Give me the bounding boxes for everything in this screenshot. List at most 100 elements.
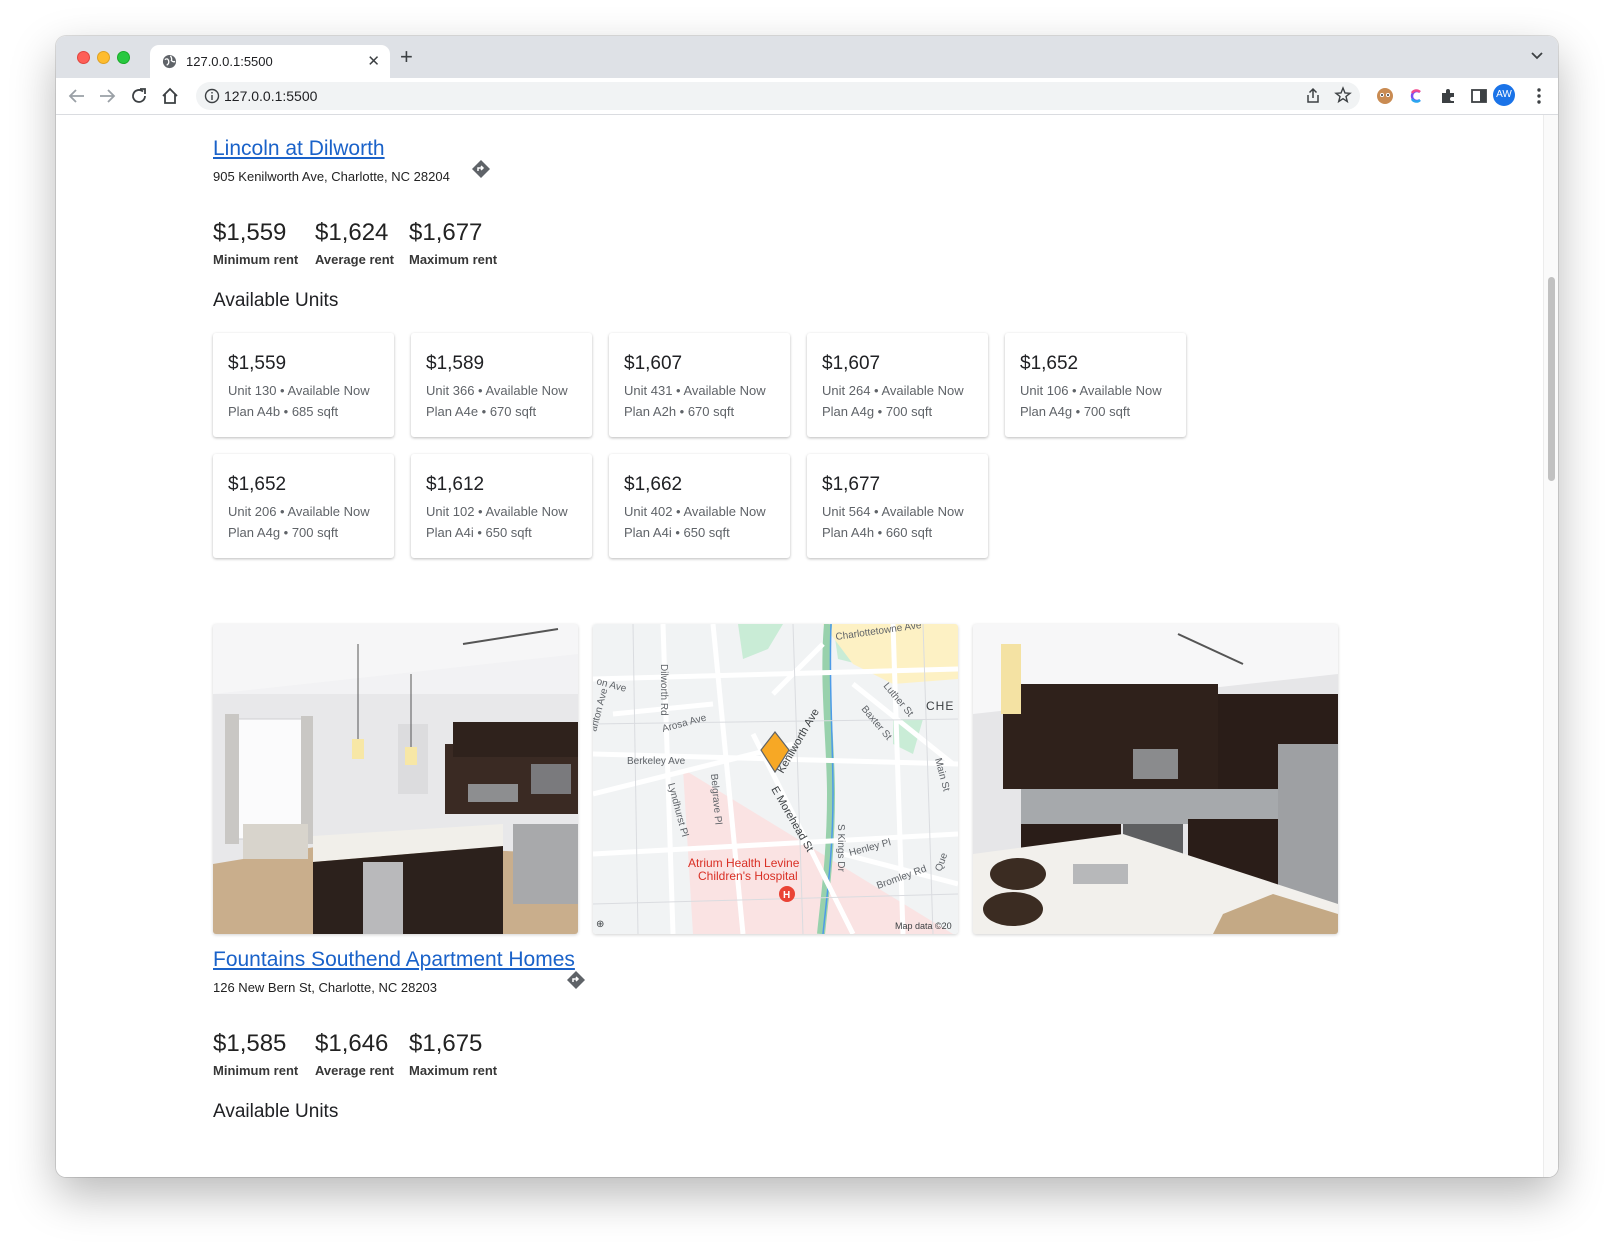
unit-card[interactable]: $1,677 Unit 564 • Available Now Plan A4h… (807, 454, 988, 558)
location-map[interactable]: Charlottetowne Ave Dilworth Rd Arosa Ave… (593, 624, 958, 934)
browser-tab[interactable]: 127.0.0.1:5500 ✕ (150, 45, 390, 78)
new-tab-icon[interactable]: + (400, 46, 413, 68)
unit-price: $1,652 (1020, 353, 1079, 374)
extension-face-icon[interactable] (1375, 86, 1395, 106)
share-icon[interactable] (1304, 87, 1322, 105)
property-name-link[interactable]: Lincoln at Dilworth (213, 137, 385, 161)
browser-toolbar: 127.0.0.1:5500 AW (56, 78, 1558, 115)
close-tab-icon[interactable]: ✕ (367, 52, 380, 70)
svg-text:S Kings Dr: S Kings Dr (835, 824, 846, 872)
avg-rent-stat: $1,646 Average rent (315, 1030, 394, 1078)
unit-plan: Plan A4i • 650 sqft (426, 525, 532, 540)
svg-text:Atrium Health Levine: Atrium Health Levine (688, 856, 800, 870)
min-rent-label: Minimum rent (213, 1063, 299, 1078)
directions-icon[interactable] (566, 970, 586, 990)
available-units-heading: Available Units (213, 1101, 339, 1122)
unit-availability: Unit 402 • Available Now (624, 504, 766, 519)
forward-arrow-icon[interactable] (96, 85, 118, 107)
max-rent-value: $1,677 (409, 219, 483, 246)
unit-card[interactable]: $1,652 Unit 106 • Available Now Plan A4g… (1005, 333, 1186, 437)
unit-price: $1,607 (822, 353, 881, 374)
extension-swirl-icon[interactable] (1406, 86, 1426, 106)
unit-availability: Unit 564 • Available Now (822, 504, 964, 519)
more-menu-icon[interactable] (1536, 87, 1542, 105)
max-rent-value: $1,675 (409, 1030, 483, 1057)
unit-price: $1,662 (624, 474, 683, 495)
unit-card[interactable]: $1,612 Unit 102 • Available Now Plan A4i… (411, 454, 592, 558)
min-rent-label: Minimum rent (213, 252, 299, 267)
unit-availability: Unit 102 • Available Now (426, 504, 568, 519)
unit-card[interactable]: $1,559 Unit 130 • Available Now Plan A4b… (213, 333, 394, 437)
unit-price: $1,589 (426, 353, 485, 374)
bookmark-star-icon[interactable] (1334, 86, 1352, 104)
svg-text:⊕: ⊕ (596, 919, 604, 930)
apartment-photo-living-room[interactable] (213, 624, 578, 934)
kitchen-image (973, 624, 1338, 934)
puzzle-icon[interactable] (1438, 86, 1458, 106)
apartment-photo-kitchen[interactable] (973, 624, 1338, 934)
property-name-link[interactable]: Fountains Southend Apartment Homes (213, 948, 575, 972)
unit-card[interactable]: $1,607 Unit 264 • Available Now Plan A4g… (807, 333, 988, 437)
unit-plan: Plan A4g • 700 sqft (228, 525, 339, 540)
unit-price: $1,677 (822, 474, 881, 495)
close-window-button[interactable] (77, 51, 90, 64)
min-rent-value: $1,585 (213, 1030, 287, 1057)
directions-icon[interactable] (471, 159, 491, 179)
avg-rent-label: Average rent (315, 252, 394, 267)
property-address: 126 New Bern St, Charlotte, NC 28203 (213, 980, 438, 995)
unit-card[interactable]: $1,652 Unit 206 • Available Now Plan A4g… (213, 454, 394, 558)
max-rent-stat: $1,675 Maximum rent (409, 1030, 497, 1078)
unit-availability: Unit 366 • Available Now (426, 383, 568, 398)
map-image: Charlottetowne Ave Dilworth Rd Arosa Ave… (593, 624, 958, 934)
min-rent-stat: $1,585 Minimum rent (213, 1030, 298, 1078)
max-rent-label: Maximum rent (409, 1063, 498, 1078)
unit-price: $1,652 (228, 474, 287, 495)
address-bar[interactable]: 127.0.0.1:5500 (196, 82, 1360, 110)
unit-plan: Plan A4e • 670 sqft (426, 404, 537, 419)
unit-price: $1,607 (624, 353, 683, 374)
svg-text:Children's Hospital: Children's Hospital (698, 869, 798, 883)
unit-plan: Plan A4i • 650 sqft (624, 525, 730, 540)
avg-rent-stat: $1,624 Average rent (315, 219, 394, 267)
browser-window: 127.0.0.1:5500 ✕ + 127.0.0.1:5500 AW Lin… (56, 36, 1558, 1177)
unit-card[interactable]: $1,607 Unit 431 • Available Now Plan A2h… (609, 333, 790, 437)
unit-card[interactable]: $1,589 Unit 366 • Available Now Plan A4e… (411, 333, 592, 437)
minimize-window-button[interactable] (97, 51, 110, 64)
info-icon[interactable] (204, 88, 220, 104)
reload-icon[interactable] (128, 85, 150, 107)
max-rent-label: Maximum rent (409, 252, 498, 267)
svg-text:Dilworth Rd: Dilworth Rd (658, 664, 669, 716)
min-rent-stat: $1,559 Minimum rent (213, 219, 298, 267)
living-room-image (213, 624, 578, 934)
max-rent-stat: $1,677 Maximum rent (409, 219, 497, 267)
unit-card[interactable]: $1,662 Unit 402 • Available Now Plan A4i… (609, 454, 790, 558)
globe-icon (162, 54, 177, 69)
property-address: 905 Kenilworth Ave, Charlotte, NC 28204 (213, 169, 450, 184)
unit-plan: Plan A4h • 660 sqft (822, 525, 933, 540)
home-icon[interactable] (159, 85, 181, 107)
min-rent-value: $1,559 (213, 219, 287, 246)
svg-text:CHE: CHE (926, 699, 954, 713)
unit-price: $1,612 (426, 474, 485, 495)
unit-plan: Plan A2h • 670 sqft (624, 404, 735, 419)
avg-rent-label: Average rent (315, 1063, 394, 1078)
scrollbar-thumb[interactable] (1548, 277, 1555, 481)
profile-avatar[interactable]: AW (1493, 84, 1515, 106)
avg-rent-value: $1,646 (315, 1030, 389, 1057)
zoom-window-button[interactable] (117, 51, 130, 64)
back-arrow-icon[interactable] (66, 85, 88, 107)
unit-plan: Plan A4g • 700 sqft (1020, 404, 1131, 419)
svg-text:H: H (783, 890, 790, 901)
url-text[interactable]: 127.0.0.1:5500 (224, 88, 317, 104)
svg-text:Berkeley Ave: Berkeley Ave (627, 756, 686, 767)
unit-availability: Unit 130 • Available Now (228, 383, 370, 398)
sidepanel-icon[interactable] (1469, 86, 1489, 106)
unit-price: $1,559 (228, 353, 287, 374)
available-units-heading: Available Units (213, 290, 339, 311)
page-content: Lincoln at Dilworth 905 Kenilworth Ave, … (56, 115, 1558, 1177)
unit-availability: Unit 264 • Available Now (822, 383, 964, 398)
vertical-scrollbar[interactable] (1543, 115, 1558, 1177)
tab-title: 127.0.0.1:5500 (186, 54, 273, 69)
chevron-down-icon[interactable] (1530, 48, 1544, 62)
tab-bar: 127.0.0.1:5500 ✕ + (56, 36, 1558, 78)
